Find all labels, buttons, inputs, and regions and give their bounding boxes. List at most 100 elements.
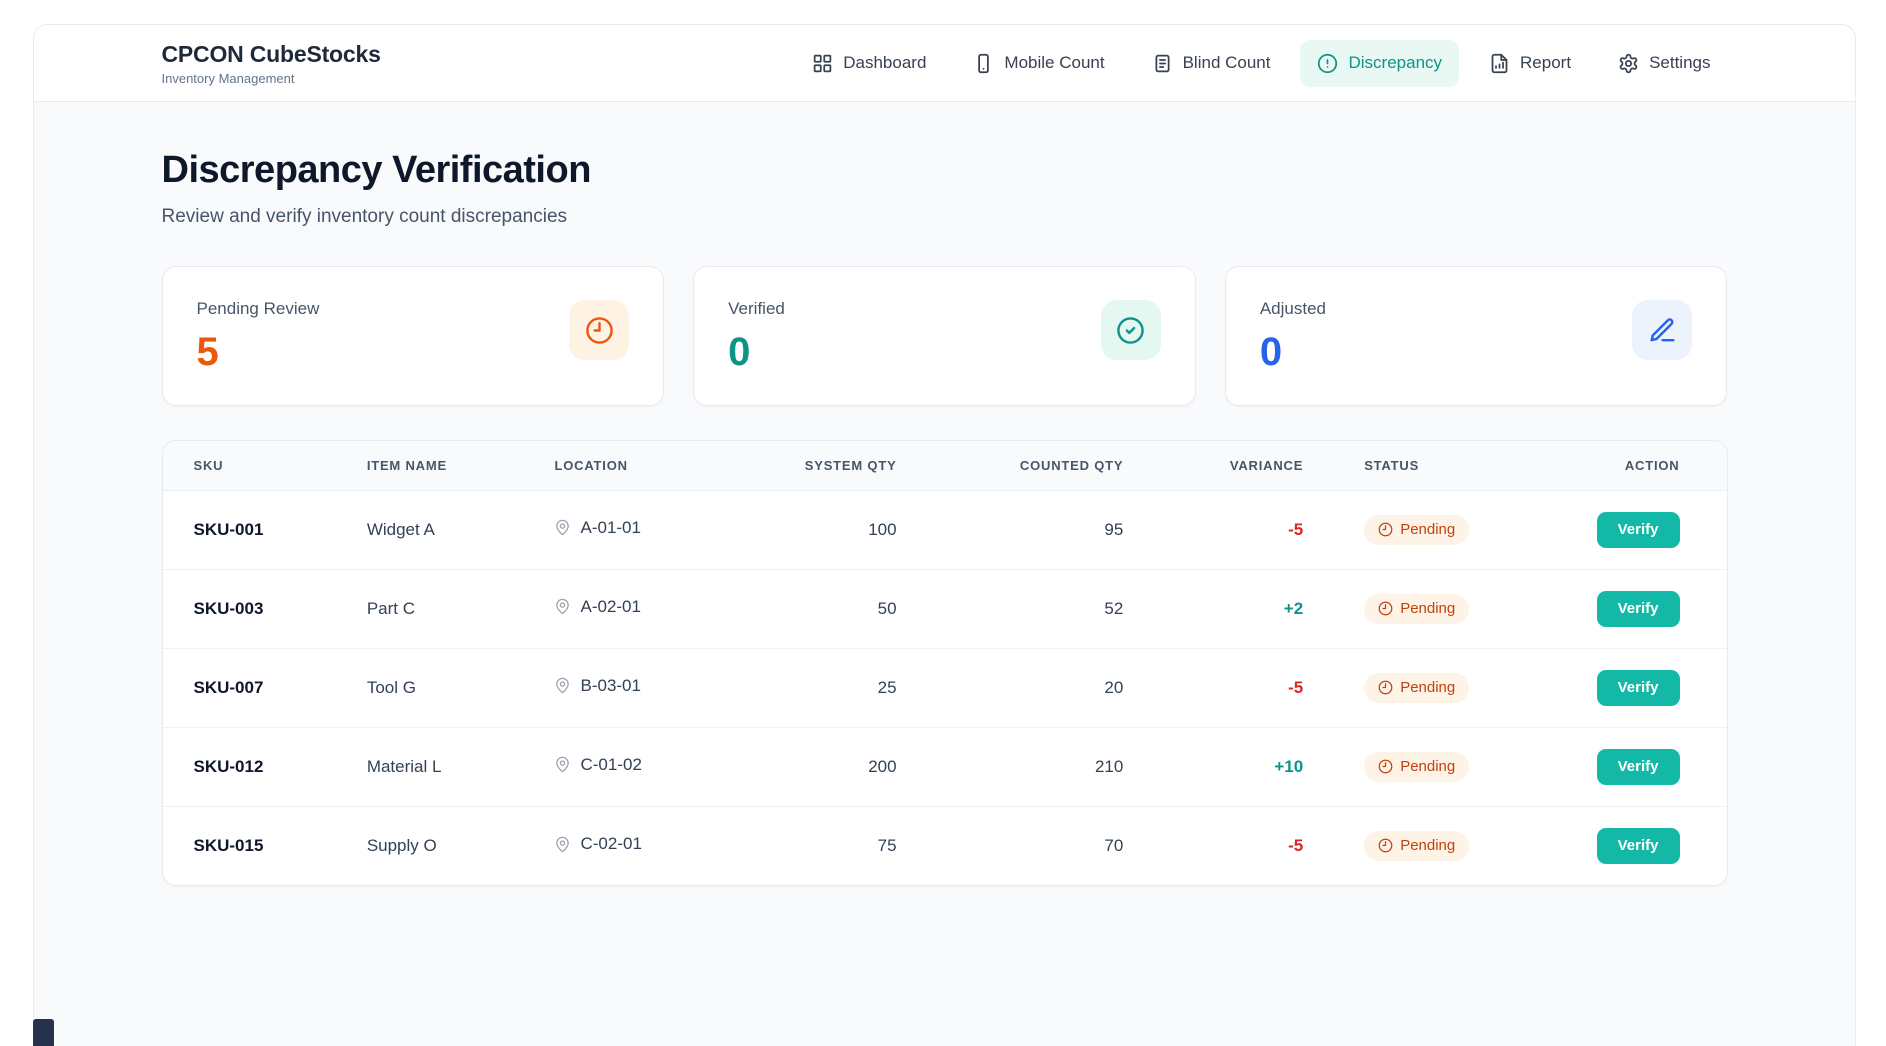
edit-pencil-icon (1632, 300, 1692, 360)
item-name-cell: Part C (366, 569, 554, 648)
action-cell: Verify (1586, 727, 1727, 806)
app-header: CPCON CubeStocks Inventory Management Da… (34, 25, 1855, 102)
status-cell: Pending (1304, 806, 1586, 885)
location-cell: C-02-01 (553, 806, 717, 885)
verify-button[interactable]: Verify (1597, 828, 1680, 864)
status-badge: Pending (1364, 673, 1469, 703)
system-qty-cell: 25 (718, 648, 898, 727)
location-value: C-02-01 (580, 834, 641, 854)
stat-value: 0 (1260, 332, 1326, 372)
column-header-sku: SKU (163, 441, 366, 490)
brand: CPCON CubeStocks Inventory Management (162, 41, 381, 86)
sku-cell: SKU-007 (163, 648, 366, 727)
action-cell: Verify (1586, 648, 1727, 727)
brand-name: CPCON CubeStocks (162, 41, 381, 68)
nav-item-dashboard[interactable]: Dashboard (795, 40, 943, 87)
sku-cell: SKU-012 (163, 727, 366, 806)
system-qty-cell: 75 (718, 806, 898, 885)
status-label: Pending (1400, 521, 1455, 538)
column-header-action: ACTION (1586, 441, 1727, 490)
variance-value: +2 (1284, 599, 1303, 618)
status-badge: Pending (1364, 594, 1469, 624)
status-cell: Pending (1304, 569, 1586, 648)
nav-item-mobile-count[interactable]: Mobile Count (956, 40, 1121, 87)
column-header-variance: VARIANCE (1124, 441, 1304, 490)
counted-qty-cell: 210 (898, 727, 1125, 806)
nav-item-blind-count[interactable]: Blind Count (1135, 40, 1288, 87)
verify-button[interactable]: Verify (1597, 512, 1680, 548)
main-nav: Dashboard Mobile Count Blind Count Discrepa… (795, 40, 1727, 87)
table-row: SKU-003Part CA-02-015052+2PendingVerify (163, 569, 1727, 648)
table-row: SKU-007Tool GB-03-012520-5PendingVerify (163, 648, 1727, 727)
nav-item-label: Discrepancy (1348, 53, 1442, 73)
nav-item-label: Blind Count (1183, 53, 1271, 73)
stat-label: Pending Review (197, 299, 320, 319)
status-badge: Pending (1364, 515, 1469, 545)
stat-card-pending-review: Pending Review 5 (162, 266, 665, 406)
check-circle-icon (1101, 300, 1161, 360)
nav-item-discrepancy[interactable]: Discrepancy (1300, 40, 1459, 87)
counted-qty-cell: 52 (898, 569, 1125, 648)
status-badge: Pending (1364, 831, 1469, 861)
page-subtitle: Review and verify inventory count discre… (162, 206, 1728, 228)
sku-cell: SKU-015 (163, 806, 366, 885)
smartphone-icon (973, 53, 994, 74)
column-header-item-name: ITEM NAME (366, 441, 554, 490)
report-file-icon (1489, 53, 1510, 74)
table-row: SKU-001Widget AA-01-0110095-5PendingVeri… (163, 490, 1727, 569)
clock-icon (1378, 680, 1393, 695)
variance-cell: +10 (1124, 727, 1304, 806)
clock-icon (1378, 838, 1393, 853)
column-header-status: STATUS (1304, 441, 1586, 490)
column-header-location: LOCATION (553, 441, 717, 490)
stat-card-adjusted: Adjusted 0 (1225, 266, 1728, 406)
location-cell: A-01-01 (553, 490, 717, 569)
location-value: C-01-02 (580, 755, 641, 775)
variance-cell: +2 (1124, 569, 1304, 648)
status-cell: Pending (1304, 648, 1586, 727)
nav-item-settings[interactable]: Settings (1601, 40, 1727, 87)
status-label: Pending (1400, 758, 1455, 775)
bottom-left-fragment (33, 1019, 54, 1046)
nav-item-label: Mobile Count (1004, 53, 1104, 73)
map-pin-icon (554, 519, 571, 536)
action-cell: Verify (1586, 490, 1727, 569)
variance-value: -5 (1288, 678, 1303, 697)
action-cell: Verify (1586, 569, 1727, 648)
nav-item-report[interactable]: Report (1472, 40, 1588, 87)
item-name-cell: Widget A (366, 490, 554, 569)
item-name-cell: Supply O (366, 806, 554, 885)
table-row: SKU-012Material LC-01-02200210+10Pending… (163, 727, 1727, 806)
location-value: B-03-01 (580, 676, 640, 696)
status-cell: Pending (1304, 727, 1586, 806)
stat-cards: Pending Review 5 Verified 0 Adjusted 0 (162, 266, 1728, 406)
alert-circle-icon (1317, 53, 1338, 74)
sku-cell: SKU-001 (163, 490, 366, 569)
stat-label: Adjusted (1260, 299, 1326, 319)
nav-item-label: Settings (1649, 53, 1710, 73)
location-cell: A-02-01 (553, 569, 717, 648)
variance-cell: -5 (1124, 806, 1304, 885)
location-value: A-02-01 (580, 597, 640, 617)
variance-cell: -5 (1124, 490, 1304, 569)
item-name-cell: Tool G (366, 648, 554, 727)
variance-cell: -5 (1124, 648, 1304, 727)
verify-button[interactable]: Verify (1597, 749, 1680, 785)
status-cell: Pending (1304, 490, 1586, 569)
discrepancy-table: SKUITEM NAMELOCATIONSYSTEM QTYCOUNTED QT… (163, 441, 1727, 885)
variance-value: -5 (1288, 836, 1303, 855)
gear-icon (1618, 53, 1639, 74)
status-label: Pending (1400, 600, 1455, 617)
stat-value: 5 (197, 332, 320, 372)
counted-qty-cell: 70 (898, 806, 1125, 885)
counted-qty-cell: 95 (898, 490, 1125, 569)
discrepancy-table-card: SKUITEM NAMELOCATIONSYSTEM QTYCOUNTED QT… (162, 440, 1728, 886)
page-title: Discrepancy Verification (162, 149, 1728, 192)
clock-icon (1378, 522, 1393, 537)
item-name-cell: Material L (366, 727, 554, 806)
variance-value: -5 (1288, 520, 1303, 539)
verify-button[interactable]: Verify (1597, 670, 1680, 706)
map-pin-icon (554, 836, 571, 853)
verify-button[interactable]: Verify (1597, 591, 1680, 627)
clock-icon (569, 300, 629, 360)
